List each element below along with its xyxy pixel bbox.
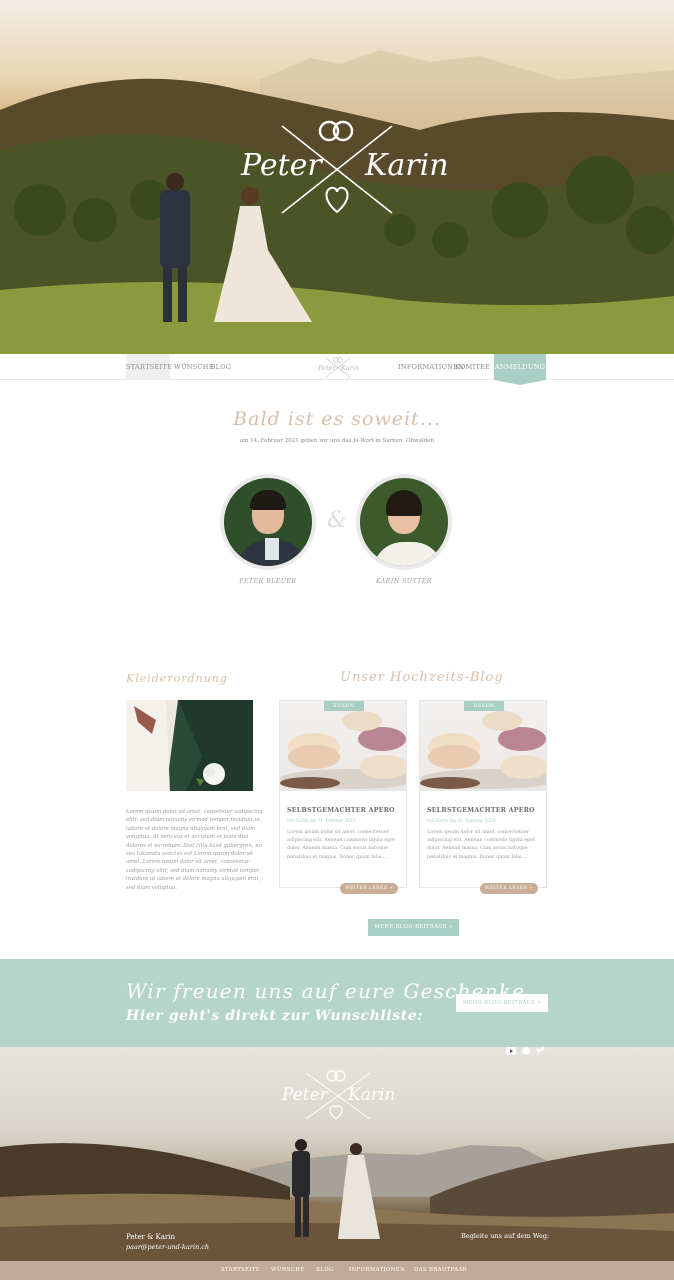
logo-peter: Peter <box>241 148 322 183</box>
hero-banner: Peter Karin <box>0 0 674 354</box>
footer-nav-informationen[interactable]: INFORMATIONEN <box>349 1261 405 1280</box>
groom-name: PETER BLEUER <box>239 578 297 585</box>
blog-category-badge[interactable]: ESSEN <box>324 701 364 711</box>
blog-card-meta: von Karin am 31. Februar 2020 <box>287 819 356 824</box>
logo-karin: Karin <box>365 148 449 183</box>
read-more-button[interactable]: WEITER LESEN » <box>340 883 398 894</box>
wishlist-button[interactable]: MEHR BLOG-BEITRÄGE » <box>456 994 548 1012</box>
dresscode-image <box>126 700 253 791</box>
footer-nav-wuensche[interactable]: WÜNSCHE <box>271 1261 305 1280</box>
footer-nav-startseite[interactable]: STARTSEITE <box>221 1261 260 1280</box>
bride-name: KARIN SUTTER <box>376 578 432 585</box>
nav-logo-peter: Peter <box>317 364 336 372</box>
dresscode-text: Lorem ipsum dolor sit amet, consetetur s… <box>126 809 263 891</box>
read-more-button[interactable]: WEITER LESEN » <box>480 883 538 894</box>
macarons-image <box>420 711 546 789</box>
footer-email-link[interactable]: paar@peter-und-karin.ch <box>126 1243 209 1251</box>
nav-logo-karin: Karin <box>340 364 359 372</box>
blog-category-badge[interactable]: ESSEN <box>464 701 504 711</box>
footer-logo-karin: Karin <box>348 1085 396 1105</box>
nav-logo[interactable]: Peter Karin <box>316 356 360 378</box>
gift-banner: Wir freuen uns auf eure Geschenke. Hier … <box>0 959 674 1047</box>
nav-anmeldung-button[interactable]: ANMELDUNG <box>494 354 546 385</box>
macarons-image <box>280 711 406 789</box>
rings-heart-icon: Peter Karin <box>317 357 359 378</box>
nav-wuensche[interactable]: WÜNSCHE <box>174 354 213 380</box>
footer-follow-label: Begleite uns auf dem Weg: <box>461 1232 550 1240</box>
snapchat-icon[interactable] <box>521 1047 531 1055</box>
footer-banner: Peter Karin Peter & Karin paar@peter-und… <box>0 1047 674 1261</box>
twitter-icon[interactable] <box>536 1047 546 1055</box>
nav-informationen[interactable]: INFORMATIONEN <box>398 354 464 380</box>
blog-card-meta: von Karin am 31. Februar 2020 <box>427 819 496 824</box>
nav-komitee[interactable]: KOMITEE <box>455 354 490 380</box>
blog-card[interactable]: ESSEN SELBSTGEMACHTER APERO von Karin am… <box>419 700 547 894</box>
blog-card-image <box>420 701 546 791</box>
main-nav: STARTSEITE WÜNSCHE BLOG Peter Karin INFO… <box>0 354 674 385</box>
ampersand: & <box>327 508 347 533</box>
footer-nav-blog[interactable]: BLOG <box>316 1261 334 1280</box>
more-blog-posts-button[interactable]: MEHR BLOG-BEITRÄGE » <box>368 919 459 936</box>
footer-logo: Peter Karin <box>280 1069 396 1121</box>
nav-blog[interactable]: BLOG <box>210 354 232 380</box>
blog-card-image <box>280 701 406 791</box>
blog-card-excerpt: Lorem ipsum dolor sit amet, consectetuer… <box>427 830 535 860</box>
footer-nav: STARTSEITE WÜNSCHE BLOG INFORMATIONEN DA… <box>0 1261 674 1280</box>
nav-startseite[interactable]: STARTSEITE <box>126 354 172 380</box>
suit-boutonniere-image <box>126 700 253 791</box>
blog-title: Unser Hochzeits-Blog <box>340 670 504 685</box>
countdown-title: Bald ist es soweit... <box>233 408 441 430</box>
dresscode-title: Kleiderordnung <box>126 672 228 685</box>
blog-card-excerpt: Lorem ipsum dolor sit amet, consectetuer… <box>287 830 395 860</box>
youtube-icon[interactable] <box>506 1047 516 1055</box>
hero-logo: Peter Karin <box>237 118 449 218</box>
gift-subline: Hier geht's direkt zur Wunschliste: <box>126 1008 424 1024</box>
wedding-date-line: am 14. Februar 2021 geben wir uns das Ja… <box>239 438 435 444</box>
bride-portrait <box>356 474 452 570</box>
footer-logo-peter: Peter <box>282 1085 328 1105</box>
blog-card-title[interactable]: SELBSTGEMACHTER APERO <box>427 807 535 814</box>
blog-card-title[interactable]: SELBSTGEMACHTER APERO <box>287 807 395 814</box>
footer-nav-brautpaar[interactable]: DAS BRAUTPAAR <box>414 1261 467 1280</box>
footer-couple-names: Peter & Karin <box>126 1233 176 1241</box>
blog-card[interactable]: ESSEN SELBSTGEMACHTER APERO von Karin am… <box>279 700 407 894</box>
groom-portrait <box>220 474 316 570</box>
